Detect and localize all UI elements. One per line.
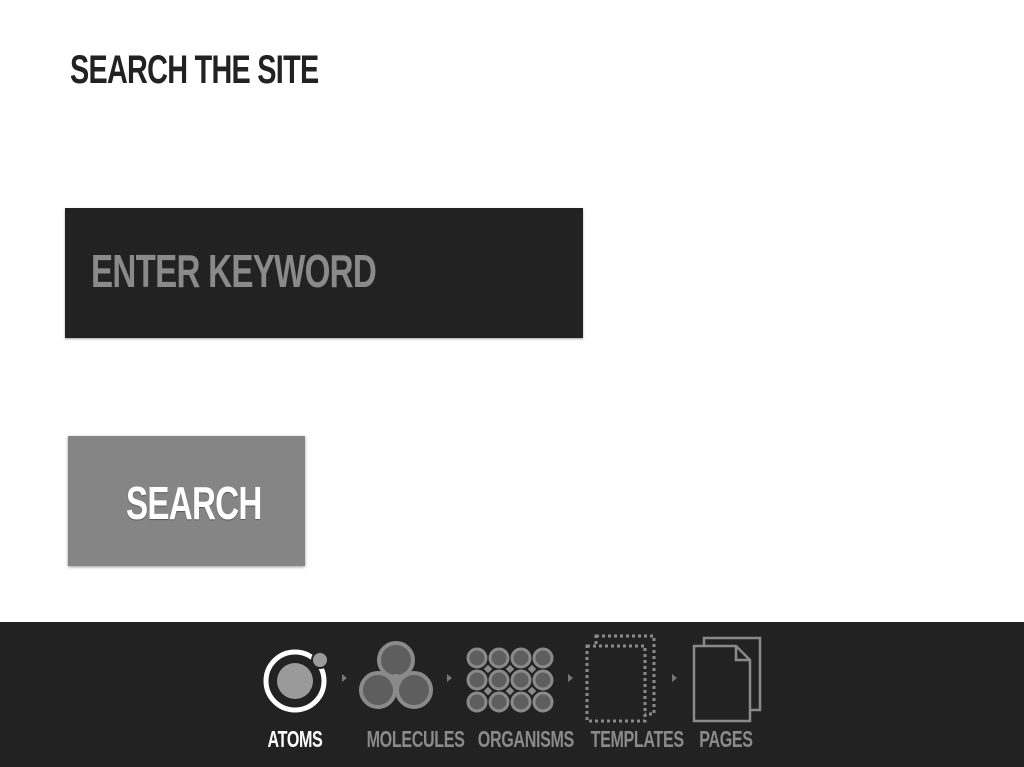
nav-step-templates[interactable]: TEMPLATES <box>578 622 685 767</box>
nav-step-organisms[interactable]: ORGANISMS <box>464 622 574 767</box>
nav-step-atoms[interactable]: ATOMS <box>255 622 335 767</box>
chevron-right-icon <box>568 674 573 682</box>
nav-step-label: ATOMS <box>267 726 323 752</box>
chevron-right-icon <box>447 674 452 682</box>
nav-step-label: MOLECULES <box>366 726 465 752</box>
search-input[interactable] <box>65 208 583 338</box>
chevron-right-icon <box>672 674 677 682</box>
page: SEARCH THE SITE ENTER KEYWORD SEARCH ATO… <box>0 0 1024 767</box>
nav-step-label: PAGES <box>699 726 753 752</box>
molecule-icon <box>359 641 433 709</box>
search-button[interactable]: SEARCH <box>68 436 305 566</box>
page-title: SEARCH THE SITE <box>70 48 319 92</box>
organism-icon <box>466 647 554 713</box>
nav-step-label: ORGANISMS <box>477 726 574 752</box>
nav-step-molecules[interactable]: MOLECULES <box>354 622 465 767</box>
chevron-right-icon <box>342 674 347 682</box>
pages-icon <box>692 636 762 723</box>
nav-step-pages[interactable]: PAGES <box>686 622 766 767</box>
search-button-label: SEARCH <box>126 477 262 529</box>
atom-icon <box>263 649 329 713</box>
nav-step-label: TEMPLATES <box>590 726 685 752</box>
atomic-design-nav: ATOMS MOLECULES ORGANISMS TEMPLATES PAGE… <box>0 622 1024 767</box>
template-icon <box>585 634 656 723</box>
